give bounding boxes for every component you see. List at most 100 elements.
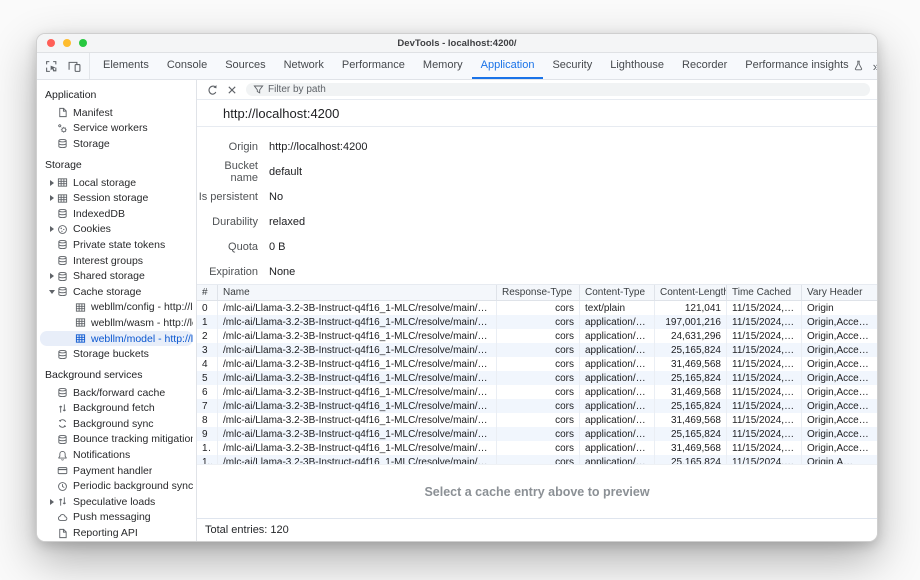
sidebar-item-webllm-model[interactable]: webllm/model - http://loc…: [40, 331, 193, 347]
cell-content-type: application/oc…: [580, 399, 655, 413]
sidebar-item-session-storage[interactable]: Session storage: [40, 190, 193, 206]
column-header-name[interactable]: Name: [218, 285, 497, 300]
cache-entry-row[interactable]: 4/mlc-ai/Llama-3.2-3B-Instruct-q4f16_1-M…: [197, 357, 877, 371]
cell-time-cached: 11/15/2024, 10…: [727, 413, 802, 427]
chevron-down-icon[interactable]: [47, 290, 57, 294]
cell-vary-header: Origin,Access…: [802, 371, 877, 385]
more-panels-button[interactable]: »: [873, 59, 878, 74]
cell-index: 5: [197, 371, 218, 385]
delete-selected-button[interactable]: [226, 84, 238, 96]
cache-entry-row[interactable]: 3/mlc-ai/Llama-3.2-3B-Instruct-q4f16_1-M…: [197, 343, 877, 357]
panel-tabs: Elements Console SourcesNetwork Performance…: [94, 53, 873, 79]
tab-label: Performance: [342, 59, 405, 71]
sidebar-item-storage-buckets[interactable]: Storage buckets: [40, 346, 193, 362]
inspect-element-button[interactable]: [45, 60, 58, 73]
cache-entry-row[interactable]: 8/mlc-ai/Llama-3.2-3B-Instruct-q4f16_1-M…: [197, 413, 877, 427]
column-header-vary-header[interactable]: Vary Header: [802, 285, 877, 300]
sidebar-item-reporting-api[interactable]: Reporting API: [40, 525, 193, 541]
database-icon: [57, 208, 68, 219]
tab-memory[interactable]: Memory: [414, 53, 472, 79]
sidebar-section-title: Storage: [37, 152, 196, 175]
filter-input[interactable]: Filter by path: [246, 83, 870, 96]
cache-entry-row[interactable]: 7/mlc-ai/Llama-3.2-3B-Instruct-q4f16_1-M…: [197, 399, 877, 413]
cookie-icon: [57, 224, 68, 235]
cache-entry-row[interactable]: 2/mlc-ai/Llama-3.2-3B-Instruct-q4f16_1-M…: [197, 329, 877, 343]
sidebar-item-cookies[interactable]: Cookies: [40, 222, 193, 238]
cell-content-length: 31,469,568: [655, 413, 727, 427]
chevron-right-icon[interactable]: [47, 195, 57, 201]
cache-entry-row[interactable]: 11/mlc-ai/Llama-3.2-3B-Instruct-q4f16_1-…: [197, 455, 877, 464]
tab-recorder[interactable]: Recorder: [673, 53, 736, 79]
column-header-time-cached[interactable]: Time Cached: [727, 285, 802, 300]
column-header-index[interactable]: #: [197, 285, 218, 300]
cell-name: /mlc-ai/Llama-3.2-3B-Instruct-q4f16_1-ML…: [218, 413, 497, 427]
column-header-content-type[interactable]: Content-Type: [580, 285, 655, 300]
sidebar-item-storage[interactable]: Storage: [40, 136, 193, 152]
database-icon: [57, 349, 68, 360]
sidebar-item-webllm-wasm[interactable]: webllm/wasm - http://loca…: [40, 315, 193, 331]
tab-lighthouse[interactable]: Lighthouse: [601, 53, 673, 79]
tab-label: Elements: [103, 59, 149, 71]
tab-sources[interactable]: Sources: [216, 53, 274, 79]
sidebar-item-background-fetch[interactable]: Background fetch: [40, 401, 193, 417]
sidebar-item-shared-storage[interactable]: Shared storage: [40, 268, 193, 284]
sidebar-item-speculative-loads[interactable]: Speculative loads: [40, 494, 193, 510]
cell-time-cached: 11/15/2024, 10…: [727, 385, 802, 399]
tab-elements[interactable]: Elements: [94, 53, 158, 79]
sidebar-item-interest-groups[interactable]: Interest groups: [40, 253, 193, 269]
chevron-right-icon[interactable]: [47, 273, 57, 279]
device-toolbar-button[interactable]: [68, 60, 81, 73]
sidebar-item-service-workers[interactable]: Service workers: [40, 121, 193, 137]
sidebar-item-payment-handler[interactable]: Payment handler: [40, 463, 193, 479]
status-bar: Total entries: 120: [197, 518, 877, 541]
sidebar-item-back-forward-cache[interactable]: Back/forward cache: [40, 385, 193, 401]
cell-response-type: cors: [497, 343, 580, 357]
tab-network[interactable]: Network: [275, 53, 333, 79]
chevron-right-icon[interactable]: [47, 499, 57, 505]
column-header-response-type[interactable]: Response-Type: [497, 285, 580, 300]
cache-entry-row[interactable]: 9/mlc-ai/Llama-3.2-3B-Instruct-q4f16_1-M…: [197, 427, 877, 441]
sidebar-item-webllm-config[interactable]: webllm/config - http://loc…: [40, 300, 193, 316]
cell-response-type: cors: [497, 385, 580, 399]
refresh-button[interactable]: [206, 84, 218, 96]
sidebar-item-manifest[interactable]: Manifest: [40, 105, 193, 121]
zoom-window-button[interactable]: [79, 39, 87, 47]
cell-time-cached: 11/15/2024, 10…: [727, 315, 802, 329]
cache-toolbar: Filter by path: [197, 80, 877, 100]
sidebar-item-cache-storage[interactable]: Cache storage: [40, 284, 193, 300]
chevron-right-icon[interactable]: [47, 180, 57, 186]
sidebar-item-push-messaging[interactable]: Push messaging: [40, 510, 193, 526]
column-header-content-length[interactable]: Content-Length: [655, 285, 727, 300]
cell-time-cached: 11/15/2024, 10…: [727, 371, 802, 385]
cache-entry-row[interactable]: 10/mlc-ai/Llama-3.2-3B-Instruct-q4f16_1-…: [197, 441, 877, 455]
sidebar-item-bounce-tracking-mitigations[interactable]: Bounce tracking mitigations: [40, 432, 193, 448]
cache-storage-panel: Filter by path http://localhost:4200 Ori…: [197, 80, 877, 541]
sidebar-item-notifications[interactable]: Notifications: [40, 447, 193, 463]
table-icon: [75, 302, 86, 313]
sidebar-item-indexeddb[interactable]: IndexedDB: [40, 206, 193, 222]
tab-application[interactable]: Application: [472, 53, 544, 79]
cache-entry-row[interactable]: 5/mlc-ai/Llama-3.2-3B-Instruct-q4f16_1-M…: [197, 371, 877, 385]
tab-security[interactable]: Security: [543, 53, 601, 79]
detail-label: Bucket name: [197, 160, 258, 184]
cache-entry-row[interactable]: 0/mlc-ai/Llama-3.2-3B-Instruct-q4f16_1-M…: [197, 301, 877, 315]
close-window-button[interactable]: [47, 39, 55, 47]
sidebar-item-background-sync[interactable]: Background sync: [40, 416, 193, 432]
tab-console[interactable]: Console: [158, 53, 216, 79]
cell-content-type: application/oc…: [580, 427, 655, 441]
database-icon: [57, 286, 68, 297]
total-entries-label: Total entries: 120: [205, 524, 289, 536]
sidebar-item-periodic-background-sync[interactable]: Periodic background sync: [40, 478, 193, 494]
cell-time-cached: 11/15/2024, 10…: [727, 441, 802, 455]
chevron-right-icon[interactable]: [47, 226, 57, 232]
cache-entry-row[interactable]: 6/mlc-ai/Llama-3.2-3B-Instruct-q4f16_1-M…: [197, 385, 877, 399]
tab-performance-insights[interactable]: Performance insights: [736, 53, 872, 79]
sidebar-item-private-state-tokens[interactable]: Private state tokens: [40, 237, 193, 253]
tab-performance[interactable]: Performance: [333, 53, 414, 79]
database-icon: [57, 434, 68, 445]
tab-label: Console: [167, 59, 207, 71]
sidebar-section-title: Background services: [37, 362, 196, 385]
sidebar-item-local-storage[interactable]: Local storage: [40, 175, 193, 191]
cache-entry-row[interactable]: 1/mlc-ai/Llama-3.2-3B-Instruct-q4f16_1-M…: [197, 315, 877, 329]
minimize-window-button[interactable]: [63, 39, 71, 47]
